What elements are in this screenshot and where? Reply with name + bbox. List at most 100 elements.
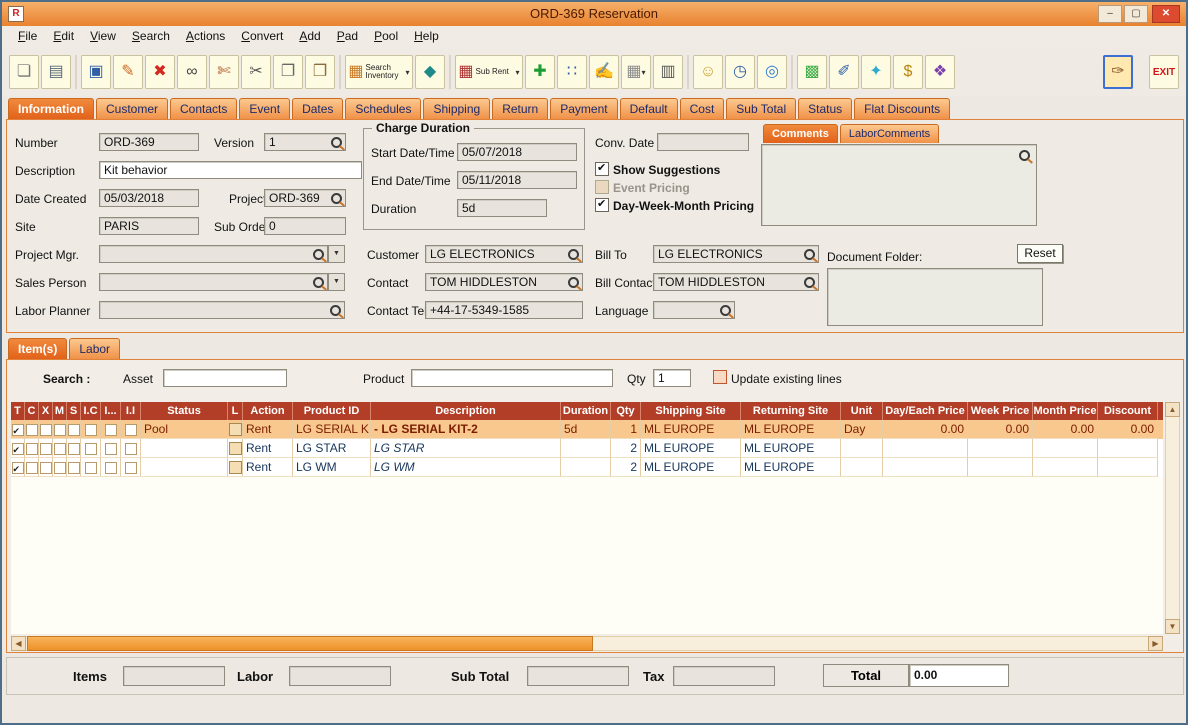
description-cell[interactable]: - LG SERIAL KIT-2 bbox=[371, 420, 561, 439]
qty-cell[interactable]: 2 bbox=[611, 439, 641, 458]
tab-comments[interactable]: Comments bbox=[763, 124, 838, 143]
line-icon-cell[interactable] bbox=[228, 439, 243, 458]
shipping-site-cell[interactable]: ML EUROPE bbox=[641, 420, 741, 439]
menu-item-view[interactable]: View bbox=[82, 26, 124, 46]
start-date-input[interactable]: 05/07/2018 bbox=[457, 143, 577, 161]
bill-contact-input[interactable]: TOM HIDDLESTON bbox=[653, 273, 819, 291]
spheres-icon[interactable]: ∷ bbox=[557, 55, 587, 89]
version-search-icon[interactable] bbox=[331, 137, 342, 148]
day-week-month-checkbox[interactable] bbox=[595, 197, 609, 212]
row-flag-cell[interactable] bbox=[121, 458, 141, 477]
shipping-site-cell[interactable]: ML EUROPE bbox=[641, 458, 741, 477]
tab-flat-discounts[interactable]: Flat Discounts bbox=[854, 98, 951, 119]
sub-orders-input[interactable]: 0 bbox=[264, 217, 346, 235]
unit-cell[interactable]: Day bbox=[841, 420, 883, 439]
row-select-checkbox[interactable] bbox=[11, 460, 24, 476]
key-icon[interactable]: ✦ bbox=[861, 55, 891, 89]
line-note-icon[interactable] bbox=[228, 442, 242, 455]
cd-icon[interactable]: ◎ bbox=[757, 55, 787, 89]
menu-item-edit[interactable]: Edit bbox=[45, 26, 82, 46]
tab-dates[interactable]: Dates bbox=[292, 98, 344, 119]
tab-sub-total[interactable]: Sub Total bbox=[726, 98, 797, 119]
tab-customer[interactable]: Customer bbox=[96, 98, 169, 119]
binoculars-icon[interactable]: ∞ bbox=[177, 55, 207, 89]
edit-note-icon[interactable]: ✍ bbox=[589, 55, 619, 89]
reset-button[interactable]: Reset bbox=[1017, 244, 1063, 263]
site-input[interactable]: PARIS bbox=[99, 217, 199, 235]
menu-item-pad[interactable]: Pad bbox=[329, 26, 366, 46]
day-each-price-cell[interactable] bbox=[883, 458, 968, 477]
row-flag-cell[interactable] bbox=[11, 458, 25, 477]
line-note-icon[interactable] bbox=[228, 461, 242, 474]
row-flag-cell[interactable] bbox=[25, 458, 39, 477]
sales-person-input[interactable] bbox=[99, 273, 328, 291]
row-flag-cell[interactable] bbox=[101, 420, 121, 439]
row-flag-checkbox[interactable] bbox=[67, 443, 80, 455]
scroll-left-icon[interactable]: ◀ bbox=[11, 636, 26, 651]
exit-button[interactable]: EXIT bbox=[1149, 55, 1179, 89]
qty-cell[interactable]: 1 bbox=[611, 420, 641, 439]
search-inventory-button[interactable]: ▦ Search Inventory ▾ bbox=[345, 55, 413, 89]
column-header-t[interactable]: T bbox=[11, 402, 25, 420]
boxes-icon[interactable]: ❖ bbox=[925, 55, 955, 89]
contact-search-icon[interactable] bbox=[568, 277, 579, 288]
clock-icon[interactable]: ◷ bbox=[725, 55, 755, 89]
end-date-input[interactable]: 05/11/2018 bbox=[457, 171, 577, 189]
column-header-month-price[interactable]: Month Price bbox=[1033, 402, 1098, 420]
row-flag-cell[interactable] bbox=[11, 439, 25, 458]
project-mgr-dropdown-arrow-icon[interactable]: ▼ bbox=[328, 245, 345, 263]
column-header-i-i[interactable]: I.I bbox=[121, 402, 141, 420]
status-cell[interactable] bbox=[141, 458, 228, 477]
project-mgr-input[interactable] bbox=[99, 245, 328, 263]
table-row[interactable]: RentLG STARLG STAR2ML EUROPEML EUROPE bbox=[11, 439, 1163, 458]
row-flag-cell[interactable] bbox=[67, 458, 81, 477]
description-cell[interactable]: LG STAR bbox=[371, 439, 561, 458]
row-flag-checkbox[interactable] bbox=[39, 462, 52, 474]
edit-pencil-icon[interactable]: ✎ bbox=[113, 55, 143, 89]
product-id-cell[interactable]: LG WM bbox=[293, 458, 371, 477]
title-bar[interactable]: R ORD-369 Reservation – ▢ ✕ bbox=[2, 2, 1186, 26]
week-price-cell[interactable]: 0.00 bbox=[968, 420, 1033, 439]
comments-box[interactable] bbox=[761, 144, 1037, 226]
product-id-cell[interactable]: LG STAR bbox=[293, 439, 371, 458]
tab-status[interactable]: Status bbox=[798, 98, 853, 119]
returning-site-cell[interactable]: ML EUROPE bbox=[741, 439, 841, 458]
number-input[interactable]: ORD-369 bbox=[99, 133, 199, 151]
menu-item-file[interactable]: File bbox=[10, 26, 45, 46]
qty-input[interactable]: 1 bbox=[653, 369, 691, 387]
update-existing-lines-checkbox[interactable] bbox=[713, 370, 727, 384]
tab-shipping[interactable]: Shipping bbox=[423, 98, 491, 119]
column-header-shipping-site[interactable]: Shipping Site bbox=[641, 402, 741, 420]
horizontal-scrollbar-thumb[interactable] bbox=[27, 636, 593, 651]
add-item-icon[interactable]: ✚ bbox=[525, 55, 555, 89]
total-input[interactable]: 0.00 bbox=[909, 664, 1009, 687]
dropdown-arrow-icon[interactable]: ▾ bbox=[516, 68, 520, 77]
tab-payment[interactable]: Payment bbox=[550, 98, 618, 119]
row-flag-checkbox[interactable] bbox=[84, 462, 97, 474]
column-header-week-price[interactable]: Week Price bbox=[968, 402, 1033, 420]
row-select-checkbox[interactable] bbox=[11, 422, 24, 438]
column-header-i-c[interactable]: I.C bbox=[81, 402, 101, 420]
menu-item-search[interactable]: Search bbox=[124, 26, 178, 46]
row-flag-checkbox[interactable] bbox=[25, 462, 38, 474]
inventory-drop-icon[interactable]: ◆ bbox=[415, 55, 445, 89]
copy-icon[interactable]: ❐ bbox=[273, 55, 303, 89]
tab-return[interactable]: Return bbox=[492, 98, 549, 119]
month-price-cell[interactable]: 0.00 bbox=[1033, 420, 1098, 439]
row-flag-checkbox[interactable] bbox=[67, 424, 80, 436]
bill-to-input[interactable]: LG ELECTRONICS bbox=[653, 245, 819, 263]
column-header-status[interactable]: Status bbox=[141, 402, 228, 420]
unit-cell[interactable] bbox=[841, 458, 883, 477]
barcode-printer-icon[interactable]: ▥ bbox=[653, 55, 683, 89]
row-flag-checkbox[interactable] bbox=[53, 424, 66, 436]
customer-input[interactable]: LG ELECTRONICS bbox=[425, 245, 583, 263]
week-price-cell[interactable] bbox=[968, 439, 1033, 458]
row-flag-checkbox[interactable] bbox=[104, 443, 117, 455]
row-flag-cell[interactable] bbox=[39, 420, 53, 439]
row-flag-cell[interactable] bbox=[53, 458, 67, 477]
row-flag-cell[interactable] bbox=[81, 439, 101, 458]
tab-contacts[interactable]: Contacts bbox=[170, 98, 238, 119]
column-header-l[interactable]: L bbox=[228, 402, 243, 420]
show-suggestions-checkbox[interactable] bbox=[595, 161, 609, 176]
menu-item-add[interactable]: Add bbox=[291, 26, 328, 46]
